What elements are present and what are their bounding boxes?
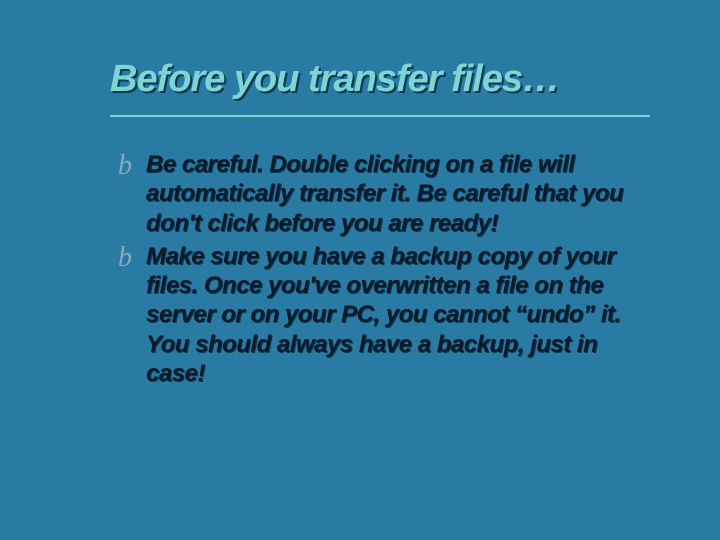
bullet-icon: b bbox=[118, 152, 132, 180]
slide-title: Before you transfer files… bbox=[110, 58, 650, 101]
slide-title-block: Before you transfer files… Before you tr… bbox=[110, 58, 650, 117]
bullet-text: Be careful. Double clicking on a file wi… bbox=[146, 150, 658, 238]
bullet-text: Make sure you have a backup copy of your… bbox=[146, 242, 658, 388]
bullet-item: b Be careful. Double clicking on a file … bbox=[118, 150, 658, 238]
bullet-item: b Make sure you have a backup copy of yo… bbox=[118, 242, 658, 388]
slide-body: b Be careful. Double clicking on a file … bbox=[118, 150, 658, 392]
bullet-icon: b bbox=[118, 244, 132, 272]
